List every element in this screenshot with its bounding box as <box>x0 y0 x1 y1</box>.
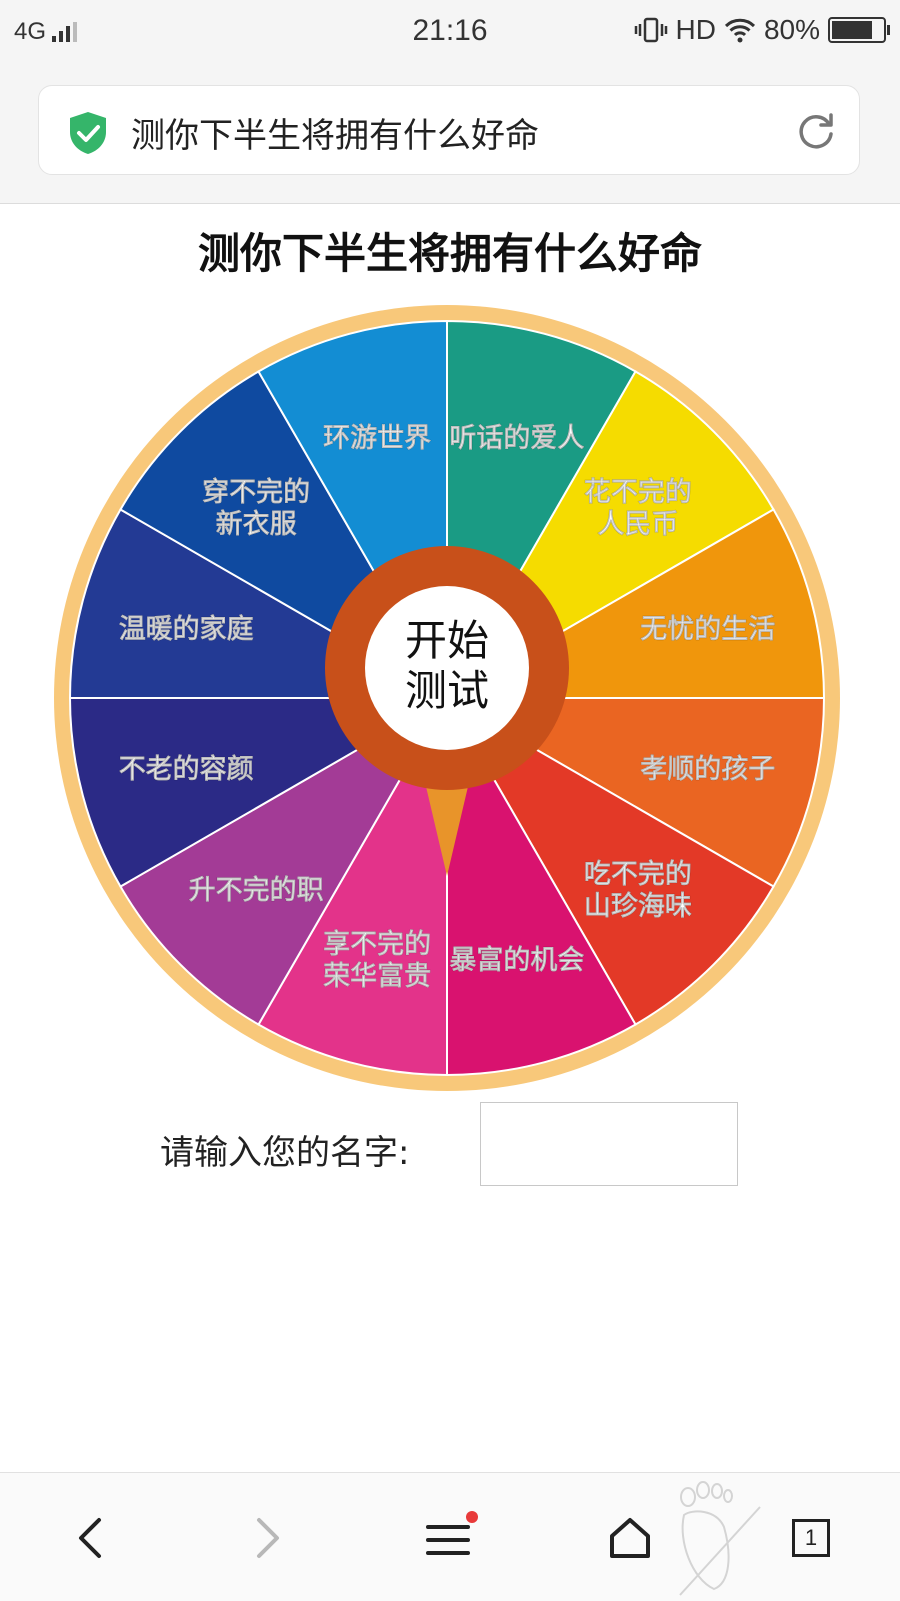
wheel-segment-label-line: 人民币 <box>597 509 678 540</box>
wheel-segment-label-line: 荣华富贵 <box>323 960 431 992</box>
wheel-segment-label-line: 无忧的生活 <box>640 613 775 645</box>
address-title: 测你下半生将拥有什么好命 <box>131 116 539 156</box>
tab-count: 1 <box>792 1519 830 1557</box>
browser-toolbar: 测你下半生将拥有什么好命 <box>0 66 900 204</box>
name-label: 请输入您的名字: <box>160 1133 410 1173</box>
home-icon <box>610 1518 650 1558</box>
wheel-segment-label: 暴富的机会 <box>449 944 584 976</box>
footprint-watermark-icon <box>679 1481 761 1596</box>
wheel-segment-label: 享不完的荣华富贵 <box>323 928 431 992</box>
menu-icon <box>426 1511 478 1555</box>
wheel-segment-label: 升不完的职 <box>189 874 324 906</box>
start-button-line-1[interactable]: 开始 <box>405 616 489 665</box>
wheel-segment-label-line: 孝顺的孩子 <box>640 753 775 785</box>
page-title: 测你下半生将拥有什么好命 <box>197 229 702 278</box>
battery-fill <box>832 21 872 39</box>
bottom-nav: 1 <box>0 1472 900 1601</box>
wheel-segment-label: 不老的容颜 <box>119 753 254 785</box>
reload-icon[interactable] <box>795 110 837 152</box>
start-button-line-2[interactable]: 测试 <box>405 666 489 715</box>
wifi-icon <box>724 18 756 43</box>
forward-arrow-icon <box>257 1518 279 1558</box>
status-bar: 4G 21:16 HD 80% <box>0 0 900 66</box>
back-arrow-icon <box>79 1518 101 1558</box>
wheel-segment-label: 吃不完的山珍海味 <box>584 858 692 922</box>
status-icons: HD 80% <box>634 14 890 46</box>
secure-shield-icon <box>70 112 106 154</box>
back-button[interactable] <box>55 1503 125 1573</box>
wheel-segment-label: 花不完的人民币 <box>584 476 692 540</box>
wheel-segment-label-line: 听话的爱人 <box>449 422 584 454</box>
hd-indicator: HD <box>675 14 716 45</box>
tabs-button[interactable]: 1 <box>776 1503 846 1573</box>
start-test-button[interactable]: 开始 测试 <box>365 586 529 750</box>
wheel-segment-label-line: 吃不完的 <box>584 858 692 890</box>
wheel-segment-label: 孝顺的孩子 <box>640 753 775 785</box>
wheel-segment-label-line: 环游世界 <box>323 423 431 454</box>
wheel-segment-label: 无忧的生活 <box>640 613 775 645</box>
wheel-segment-label-line: 暴富的机会 <box>449 944 584 976</box>
wheel-segment-label: 听话的爱人 <box>449 422 584 454</box>
battery-percent: 80% <box>763 14 820 45</box>
home-button[interactable] <box>595 1503 665 1573</box>
battery-icon <box>828 17 890 43</box>
wheel-segment-label-line: 温暖的家庭 <box>119 613 254 645</box>
wheel-segment-label-line: 升不完的职 <box>189 874 324 906</box>
wheel-segment-label-line: 山珍海味 <box>584 891 692 922</box>
notification-dot <box>466 1511 478 1523</box>
menu-button[interactable] <box>415 1503 485 1573</box>
wheel-segment-label: 环游世界 <box>323 423 431 454</box>
name-input[interactable] <box>480 1102 738 1186</box>
wheel-segment-label-line: 穿不完的 <box>202 476 310 508</box>
wheel-segment-label: 穿不完的新衣服 <box>202 476 310 540</box>
address-bar[interactable]: 测你下半生将拥有什么好命 <box>38 85 860 175</box>
wheel-segment-label-line: 新衣服 <box>216 508 298 540</box>
forward-button[interactable] <box>233 1503 303 1573</box>
wheel-segment-label-line: 花不完的 <box>584 476 692 508</box>
vibrate-icon <box>634 17 667 43</box>
fortune-wheel: 听话的爱人花不完的人民币无忧的生活孝顺的孩子吃不完的山珍海味暴富的机会享不完的荣… <box>54 305 840 1091</box>
wheel-segment-label-line: 不老的容颜 <box>119 753 254 785</box>
wheel-segment-label-line: 享不完的 <box>323 928 431 960</box>
wheel-segment-label: 温暖的家庭 <box>119 613 254 645</box>
